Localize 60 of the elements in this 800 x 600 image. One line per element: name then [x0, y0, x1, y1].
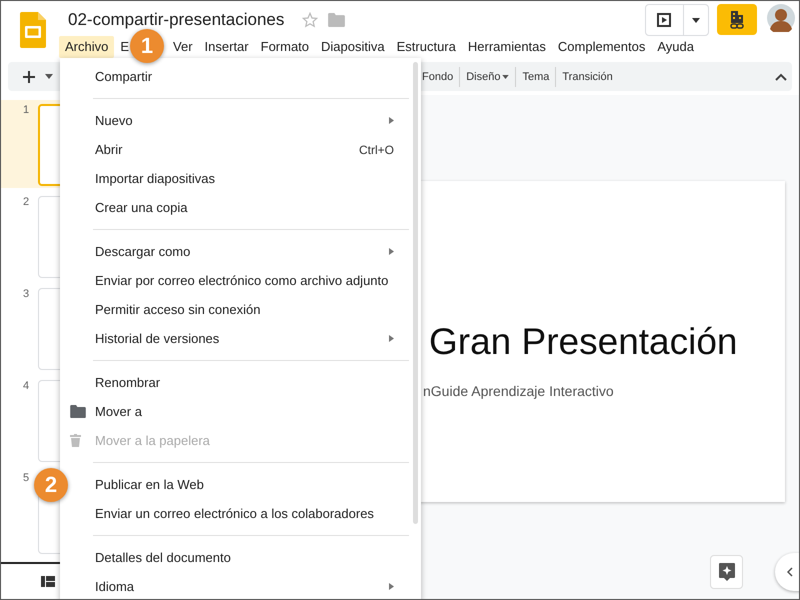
present-icon — [657, 13, 671, 27]
menu-item[interactable]: Importar diapositivas — [70, 164, 421, 193]
star-icon[interactable] — [302, 12, 318, 28]
menu-item[interactable]: Descargar como — [70, 237, 421, 266]
slide-number: 5 — [22, 472, 30, 486]
step-callout: 1 — [130, 29, 164, 63]
menu-item[interactable]: Enviar un correo electrónico a los colaboradores — [70, 499, 421, 528]
toolbar-button[interactable]: Transición — [556, 70, 619, 82]
plus-icon[interactable] — [23, 70, 35, 82]
menu-bar-item[interactable]: Ver — [167, 36, 199, 58]
menu-item[interactable]: Nuevo — [70, 106, 421, 135]
menu-item[interactable]: Enviar por correo electrónico como archivo adjunto — [70, 266, 421, 295]
slide-number: 1 — [22, 104, 30, 118]
menu-bar-item[interactable]: Formato — [254, 36, 316, 58]
menu-item[interactable]: Compartir — [70, 62, 421, 91]
avatar-icon[interactable] — [767, 4, 795, 32]
share-button[interactable] — [717, 4, 757, 35]
menu-item[interactable]: Crear una copia — [70, 193, 421, 222]
grid-view-icon[interactable] — [41, 576, 55, 587]
menu-bar-item[interactable]: Ayuda — [651, 36, 700, 58]
step-callout: 2 — [34, 468, 68, 502]
toolbar-button[interactable]: Diseño — [460, 70, 516, 82]
menu-item[interactable]: Abrir Ctrl+O — [70, 135, 421, 164]
menu-item[interactable]: Idioma — [70, 572, 421, 599]
slide-number: 4 — [22, 380, 30, 394]
menu-bar-item[interactable]: Archivo — [59, 36, 114, 58]
submenu-arrow-icon — [389, 583, 394, 590]
slide-number: 3 — [22, 288, 30, 302]
menu-bar-item[interactable]: Diapositiva — [315, 36, 391, 58]
slide-subtitle[interactable]: nGuide Aprendizaje Interactivo — [423, 383, 785, 399]
menu-bar-item[interactable]: Estructura — [390, 36, 462, 58]
menu-item[interactable]: Renombrar — [70, 368, 421, 397]
menu-bar-item[interactable]: Herramientas — [462, 36, 552, 58]
building-link-icon — [729, 10, 745, 28]
caret-icon — [502, 74, 510, 78]
toolbar-button[interactable]: Tema — [516, 70, 556, 82]
caret-icon[interactable] — [45, 74, 53, 79]
explore-button[interactable] — [710, 555, 743, 589]
chevron-left-icon — [787, 567, 793, 577]
menu-bar-item[interactable]: Complementos — [552, 36, 652, 58]
slide-title[interactable]: Gran Presentación — [429, 321, 785, 363]
submenu-arrow-icon — [389, 248, 394, 255]
present-button[interactable] — [645, 4, 709, 36]
slide-number: 2 — [22, 196, 30, 210]
document-title[interactable]: 02-compartir-presentaciones — [68, 10, 284, 30]
caret-icon[interactable] — [692, 18, 700, 22]
submenu-arrow-icon — [389, 335, 394, 342]
side-panel-toggle[interactable] — [775, 553, 799, 591]
menu-item[interactable]: Permitir acceso sin conexión — [70, 295, 421, 324]
menu-item[interactable]: Historial de versiones — [70, 324, 421, 353]
menu-bar-item[interactable]: Insertar — [198, 36, 255, 58]
menu-bar-item[interactable]: E — [114, 36, 130, 58]
explore-icon — [718, 563, 734, 581]
chevron-up-icon[interactable] — [775, 72, 787, 80]
menu-item[interactable]: Publicar en la Web — [70, 470, 421, 499]
trash-icon — [70, 434, 81, 447]
submenu-arrow-icon — [389, 117, 394, 124]
folder-icon — [70, 405, 86, 418]
menu-item[interactable]: Mover a — [70, 397, 421, 426]
menu-item[interactable]: Detalles del documento — [70, 543, 421, 572]
